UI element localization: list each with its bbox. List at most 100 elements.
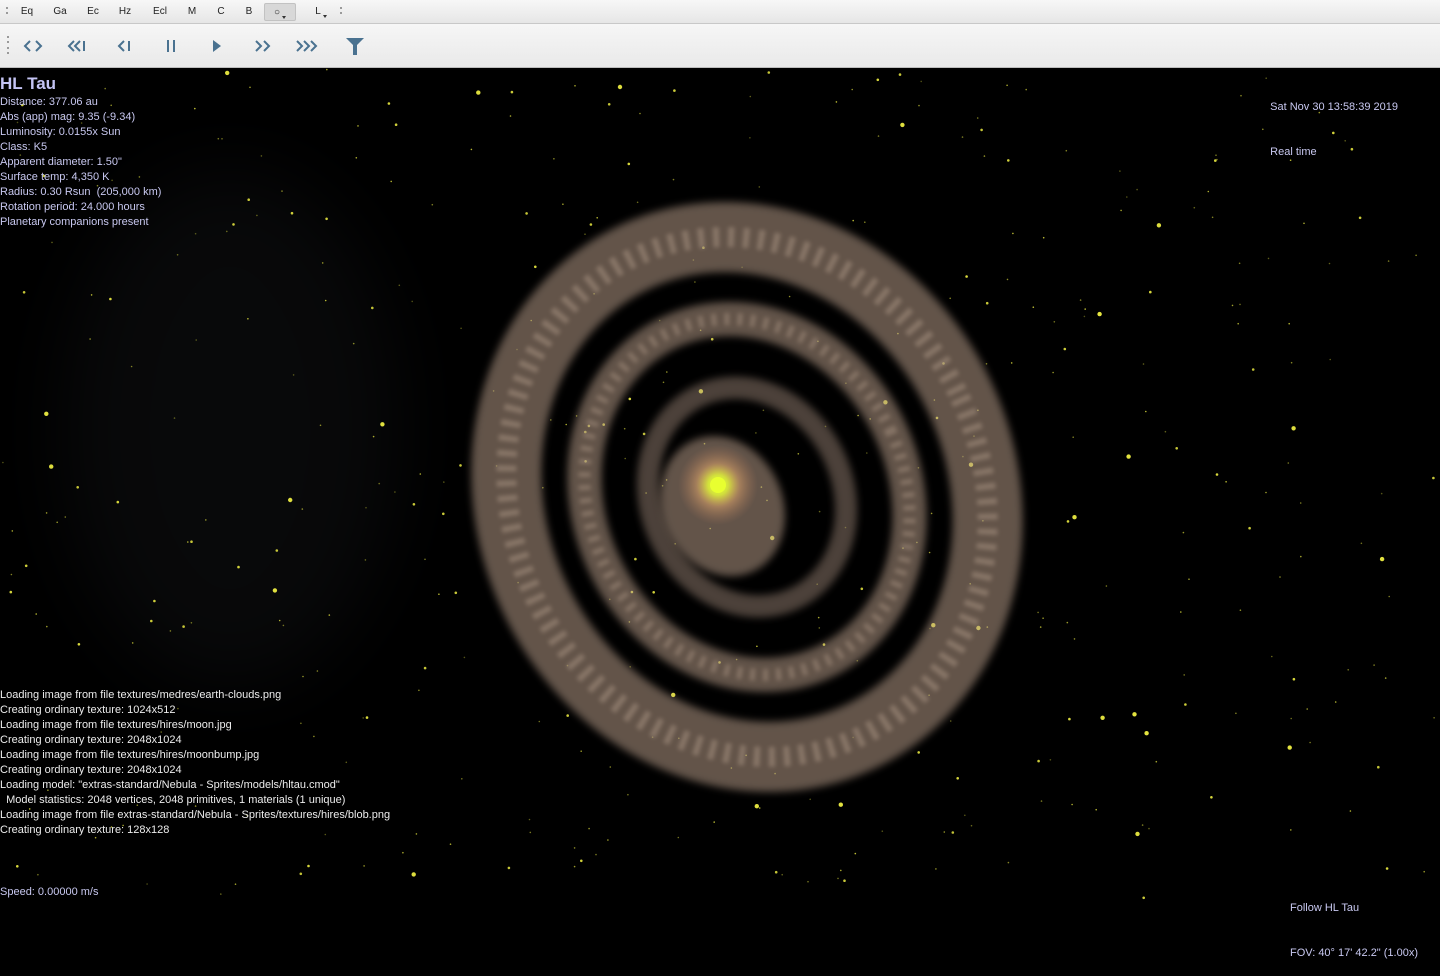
star xyxy=(1065,149,1068,152)
star xyxy=(956,777,959,780)
star xyxy=(807,880,809,883)
star xyxy=(1184,703,1187,706)
star xyxy=(1306,708,1308,710)
star xyxy=(302,675,304,678)
star xyxy=(442,512,445,516)
star xyxy=(851,88,853,91)
star xyxy=(1235,712,1237,715)
star xyxy=(194,232,197,235)
star xyxy=(1271,655,1273,658)
render-options-toolbar: Eq Ga Ec Hz Ecl M C B ○ L xyxy=(0,0,1440,24)
star xyxy=(256,214,258,217)
star xyxy=(1300,555,1302,558)
star xyxy=(762,409,765,412)
star xyxy=(623,427,626,430)
star xyxy=(584,233,586,235)
star xyxy=(1148,827,1150,830)
star xyxy=(299,872,303,876)
star xyxy=(176,254,179,256)
star xyxy=(35,613,37,615)
star xyxy=(1379,556,1385,562)
star xyxy=(627,162,631,166)
star xyxy=(573,865,576,868)
galactic-grid-button[interactable]: Ga xyxy=(48,3,72,21)
star xyxy=(797,453,800,455)
star xyxy=(1155,760,1158,763)
star xyxy=(394,123,398,126)
star xyxy=(617,84,623,90)
ecliptic-line-button[interactable]: Ecl xyxy=(147,3,173,21)
star xyxy=(2,461,4,464)
star xyxy=(1007,861,1010,864)
star xyxy=(1180,611,1182,613)
equatorial-grid-button[interactable]: Eq xyxy=(16,3,38,21)
reverse-time-button[interactable] xyxy=(20,34,46,58)
star xyxy=(116,500,120,504)
star xyxy=(24,564,28,568)
star xyxy=(1290,717,1292,720)
filter-button[interactable] xyxy=(342,34,368,58)
ecliptic-grid-button[interactable]: Ec xyxy=(82,3,104,21)
play-button[interactable] xyxy=(203,34,229,58)
star xyxy=(580,859,583,863)
star xyxy=(423,666,427,670)
star xyxy=(411,872,416,877)
constellations-button[interactable]: C xyxy=(212,3,230,21)
star xyxy=(1175,447,1178,450)
star xyxy=(173,417,176,419)
star xyxy=(749,95,752,98)
star xyxy=(574,85,576,87)
star xyxy=(1292,677,1296,681)
horizontal-grid-button[interactable]: Hz xyxy=(114,3,136,21)
star xyxy=(837,877,839,880)
star xyxy=(1132,712,1137,717)
star xyxy=(190,540,193,543)
star xyxy=(131,642,134,644)
info-line: Radius: 0.30 Rsun (205,000 km) xyxy=(0,186,162,198)
star xyxy=(573,847,576,849)
star xyxy=(595,853,597,856)
star xyxy=(363,865,365,867)
star xyxy=(964,814,966,817)
info-line: Abs (app) mag: 9.35 (-9.34) xyxy=(0,111,136,123)
star xyxy=(1053,321,1056,323)
star xyxy=(788,295,791,298)
star xyxy=(1349,810,1352,812)
log-line: Loading model: "extras-standard/Nebula -… xyxy=(0,779,340,791)
orbits-dropdown-button[interactable]: ○ xyxy=(264,3,296,21)
star xyxy=(275,549,279,552)
log-line: Loading image from file textures/medres/… xyxy=(0,689,282,701)
star xyxy=(352,342,355,345)
star xyxy=(89,338,91,340)
star xyxy=(565,423,567,426)
markers-button[interactable]: M xyxy=(182,3,202,21)
star xyxy=(1040,800,1043,802)
star xyxy=(328,614,331,616)
star xyxy=(1100,715,1105,720)
labels-dropdown-button[interactable]: L xyxy=(306,3,336,21)
info-line: Apparent diameter: 1.50" xyxy=(0,156,122,168)
pause-button[interactable] xyxy=(158,34,184,58)
hl-tau-star[interactable] xyxy=(710,477,726,493)
star xyxy=(864,221,866,223)
boundaries-button[interactable]: B xyxy=(240,3,258,21)
faster-button[interactable] xyxy=(250,34,276,58)
star xyxy=(596,217,598,219)
step-back-button[interactable] xyxy=(112,34,138,58)
star xyxy=(1358,216,1362,220)
star xyxy=(1066,621,1069,624)
much-faster-button[interactable] xyxy=(295,34,321,58)
star xyxy=(194,107,196,110)
step-back-icon xyxy=(117,40,130,52)
star xyxy=(1010,362,1013,364)
star xyxy=(11,530,14,532)
filter-icon xyxy=(346,38,364,55)
star xyxy=(553,158,555,160)
star xyxy=(624,457,626,460)
star xyxy=(749,137,751,139)
slower-button[interactable] xyxy=(65,34,91,58)
star xyxy=(234,883,237,885)
star xyxy=(542,486,544,489)
star xyxy=(1251,368,1255,371)
star xyxy=(1042,617,1044,619)
